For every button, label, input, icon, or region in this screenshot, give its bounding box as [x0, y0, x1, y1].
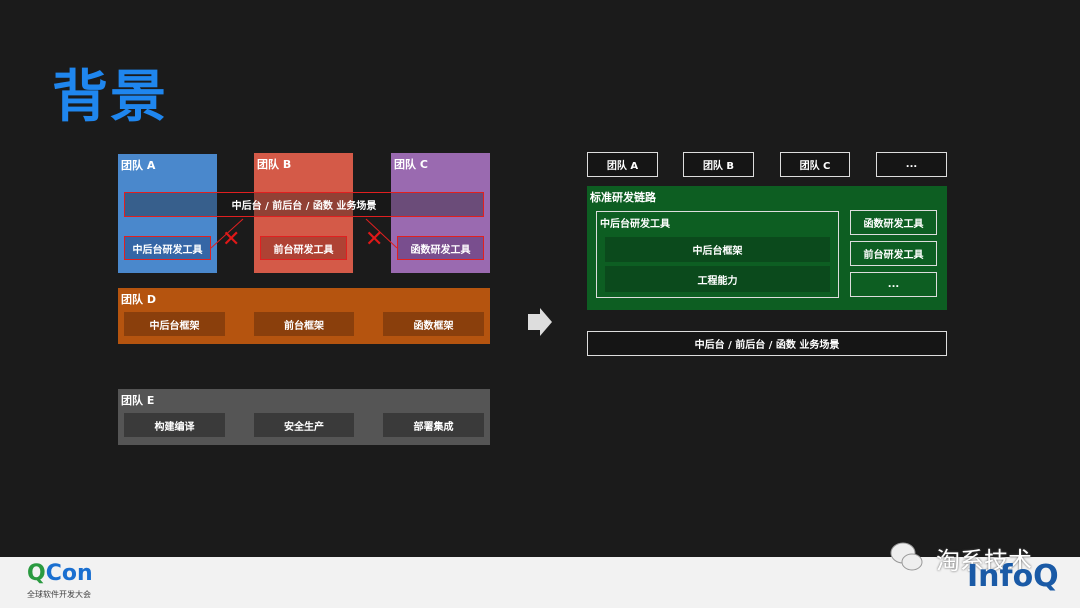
- qcon-logo: QCon: [27, 561, 93, 586]
- team-d-label: 团队 D: [121, 293, 156, 306]
- cross-icon: ✕: [222, 227, 241, 252]
- right-team-more: ...: [876, 152, 947, 177]
- right-scenario: 中后台 / 前后台 / 函数 业务场景: [587, 331, 947, 356]
- team-d-item: 中后台框架: [124, 312, 225, 336]
- side-tool: ...: [850, 272, 937, 297]
- inner-item: 中后台框架: [605, 237, 830, 262]
- team-e-label: 团队 E: [121, 394, 155, 407]
- team-e-item: 安全生产: [254, 413, 354, 437]
- right-arrow-icon: [528, 308, 552, 336]
- team-d-item: 前台框架: [254, 312, 354, 336]
- right-team-c: 团队 C: [780, 152, 850, 177]
- inner-item: 工程能力: [605, 266, 830, 292]
- right-team-a: 团队 A: [587, 152, 658, 177]
- side-tool: 前台研发工具: [850, 241, 937, 266]
- side-tool: 函数研发工具: [850, 210, 937, 235]
- team-e-item: 部署集成: [383, 413, 484, 437]
- wechat-icon: [890, 540, 924, 574]
- chain-label: 标准研发链路: [590, 191, 656, 204]
- team-e-item: 构建编译: [124, 413, 225, 437]
- team-d-item: 函数框架: [383, 312, 484, 336]
- infoq-logo: InfoQ: [967, 559, 1059, 594]
- inner-tool-label: 中后台研发工具: [600, 219, 670, 230]
- cross-icon: ✕: [365, 227, 384, 252]
- qcon-subtitle: 全球软件开发大会: [27, 590, 91, 599]
- right-team-b: 团队 B: [683, 152, 754, 177]
